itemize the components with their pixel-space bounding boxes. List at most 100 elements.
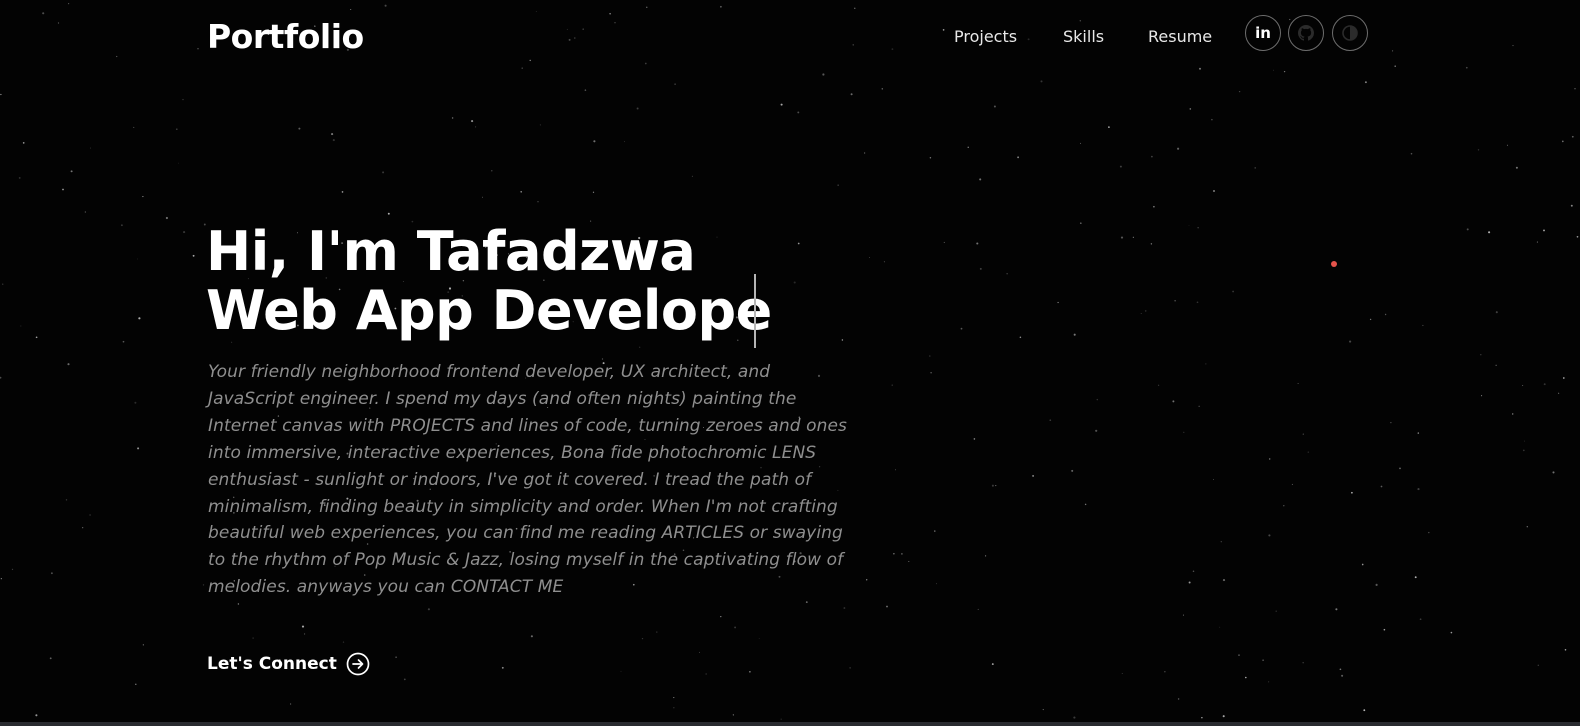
star xyxy=(1495,311,1498,314)
star xyxy=(1006,273,1008,275)
star xyxy=(1465,66,1468,69)
star xyxy=(350,8,352,11)
star xyxy=(1526,526,1528,528)
star xyxy=(1144,310,1147,312)
star xyxy=(624,141,625,143)
star xyxy=(864,152,866,154)
star xyxy=(1120,236,1124,239)
star xyxy=(1522,385,1524,387)
star xyxy=(1341,674,1344,677)
star xyxy=(991,663,994,666)
star xyxy=(936,583,937,585)
star xyxy=(1150,243,1153,245)
star xyxy=(1414,576,1417,579)
star xyxy=(537,201,539,203)
star xyxy=(1417,432,1420,434)
star xyxy=(930,371,932,374)
star xyxy=(237,603,240,605)
star xyxy=(1481,395,1483,397)
star xyxy=(1558,392,1560,394)
star xyxy=(943,241,945,243)
star xyxy=(298,127,301,130)
star xyxy=(1189,108,1192,110)
nav-link-projects[interactable]: Projects xyxy=(954,24,1017,50)
star xyxy=(1017,156,1020,159)
star xyxy=(1196,301,1199,304)
star xyxy=(451,117,454,119)
nav-link-resume[interactable]: Resume xyxy=(1148,24,1212,50)
star xyxy=(475,126,477,128)
star xyxy=(539,124,541,126)
star xyxy=(1302,662,1304,664)
linkedin-button[interactable]: in xyxy=(1245,15,1281,51)
github-button[interactable] xyxy=(1288,15,1324,51)
star xyxy=(1383,628,1386,631)
github-icon xyxy=(1298,25,1314,41)
star xyxy=(1380,485,1383,488)
star xyxy=(1244,676,1247,679)
star xyxy=(65,499,68,501)
star xyxy=(993,105,996,108)
star xyxy=(973,438,976,440)
star xyxy=(881,88,884,90)
star xyxy=(1369,318,1372,321)
star xyxy=(35,714,38,717)
star xyxy=(639,346,641,348)
star xyxy=(1119,165,1122,168)
star xyxy=(0,93,2,96)
hero-greeting: Hi, I'm Tafadzwa xyxy=(206,220,696,283)
lets-connect-button[interactable]: Let's Connect xyxy=(207,652,370,676)
star xyxy=(138,317,141,320)
nav-link-skills[interactable]: Skills xyxy=(1063,24,1104,50)
star xyxy=(1571,135,1574,138)
star xyxy=(1096,398,1099,401)
star xyxy=(891,384,893,386)
star xyxy=(387,212,390,215)
star xyxy=(929,157,932,159)
star xyxy=(734,626,737,629)
star xyxy=(1283,505,1285,507)
star xyxy=(1384,313,1387,316)
star xyxy=(854,7,856,9)
star xyxy=(1273,69,1275,71)
star xyxy=(592,191,595,193)
star xyxy=(656,631,658,633)
star xyxy=(1302,433,1304,435)
star xyxy=(929,355,931,357)
star xyxy=(977,608,979,610)
star xyxy=(895,469,896,471)
star xyxy=(1140,313,1142,315)
star xyxy=(1213,478,1215,480)
star xyxy=(1410,152,1413,155)
star xyxy=(1188,224,1190,226)
star xyxy=(142,644,144,646)
star xyxy=(1198,67,1202,70)
star xyxy=(1375,583,1378,586)
star xyxy=(636,107,639,110)
star xyxy=(886,605,888,608)
star xyxy=(1561,140,1564,143)
bottom-border xyxy=(0,722,1580,726)
star xyxy=(1262,659,1264,661)
star xyxy=(1339,668,1342,671)
star xyxy=(1042,709,1044,711)
star xyxy=(82,527,84,529)
star xyxy=(1268,458,1271,460)
star xyxy=(1205,363,1207,365)
star xyxy=(137,447,140,450)
star xyxy=(1543,383,1546,386)
star xyxy=(0,578,2,580)
star xyxy=(1079,20,1082,22)
star xyxy=(1275,610,1277,612)
star xyxy=(1198,405,1200,407)
star xyxy=(1079,222,1082,225)
star xyxy=(1390,422,1392,424)
star xyxy=(301,625,305,628)
star xyxy=(793,281,796,284)
star xyxy=(530,635,533,638)
star xyxy=(2,283,4,285)
hero-typed-role: Web App Develope xyxy=(206,279,772,342)
theme-toggle-button[interactable] xyxy=(1332,15,1368,51)
star xyxy=(985,555,987,557)
star xyxy=(646,6,648,8)
